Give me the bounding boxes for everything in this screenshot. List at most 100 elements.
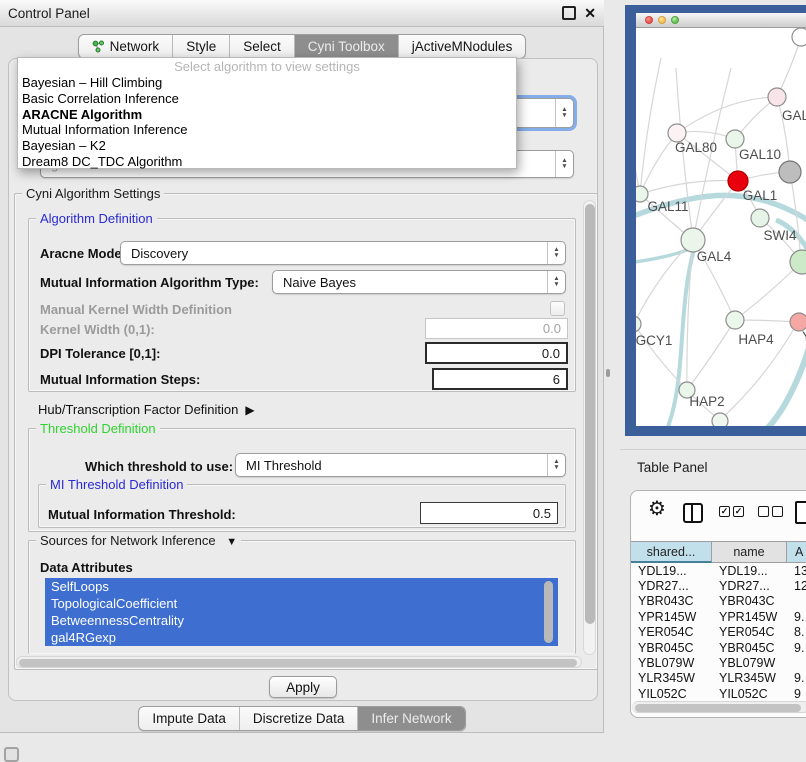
deselect-all-columns-icon[interactable] bbox=[758, 506, 783, 517]
table-cell: YDL19... bbox=[631, 564, 712, 578]
network-node-hap4[interactable] bbox=[726, 311, 744, 329]
settings-scrollbar[interactable] bbox=[583, 200, 596, 655]
panel-divider-handle[interactable] bbox=[606, 369, 610, 377]
tab-select[interactable]: Select bbox=[229, 35, 294, 58]
algorithm-option-dream8-dc-tdc-algorithm[interactable]: Dream8 DC_TDC Algorithm bbox=[18, 154, 516, 170]
mi-threshold-field[interactable]: 0.5 bbox=[420, 502, 558, 524]
bottom-tabbar: Impute Data Discretize DataInfer Network bbox=[0, 706, 604, 731]
network-node-gal[interactable] bbox=[768, 88, 786, 106]
attribute-item-gal4rgexp[interactable]: gal4RGexp bbox=[45, 629, 558, 646]
zoom-traffic-light-icon[interactable] bbox=[671, 16, 679, 24]
table-cell: YLR345W bbox=[631, 671, 712, 685]
new-table-icon[interactable] bbox=[795, 501, 806, 524]
network-node-gcy1[interactable] bbox=[636, 316, 641, 332]
table-hscrollbar-thumb[interactable] bbox=[635, 704, 801, 712]
which-threshold-label: Which threshold to use: bbox=[85, 459, 233, 474]
mi-algorithm-type-combobox[interactable]: Naive Bayes ▲▼ bbox=[272, 270, 566, 294]
attribute-item-topologicalcoefficient[interactable]: TopologicalCoefficient bbox=[45, 595, 558, 612]
select-all-columns-icon[interactable]: ✓ ✓ bbox=[719, 506, 744, 517]
dpi-tolerance-label: DPI Tolerance [0,1]: bbox=[40, 346, 160, 361]
network-node-gal10[interactable] bbox=[726, 130, 744, 148]
aracne-mode-combobox[interactable]: Discovery ▲▼ bbox=[120, 241, 566, 265]
table-row[interactable]: YBR045CYBR045C9. bbox=[631, 640, 806, 655]
tab-discretize-data[interactable]: Discretize Data bbox=[239, 707, 358, 730]
algorithm-option-bayesian-hill-climbing[interactable]: Bayesian – Hill Climbing bbox=[18, 75, 516, 91]
tab-cyni-toolbox[interactable]: Cyni Toolbox bbox=[294, 35, 398, 58]
network-canvas[interactable]: GALGAL80GAL10GAL1SWI4GAL11GAL4GCY1HAP4YH… bbox=[636, 28, 806, 426]
node-label-gal80: GAL80 bbox=[675, 140, 717, 155]
table-hscrollbar[interactable] bbox=[632, 701, 806, 713]
tab-impute-data[interactable]: Impute Data bbox=[139, 707, 239, 730]
algorithm-option-basic-correlation-inference[interactable]: Basic Correlation Inference bbox=[18, 91, 516, 107]
stepper-arrows-icon: ▲▼ bbox=[547, 271, 565, 293]
apply-button[interactable]: Apply bbox=[269, 676, 337, 698]
column-header-shared[interactable]: shared... bbox=[631, 541, 712, 563]
table-cell: YER054C bbox=[631, 625, 712, 639]
network-node[interactable] bbox=[779, 161, 801, 183]
float-window-icon[interactable] bbox=[562, 6, 576, 20]
settings-hscrollbar[interactable] bbox=[16, 656, 582, 668]
algorithm-option-bayesian-k2[interactable]: Bayesian – K2 bbox=[18, 138, 516, 154]
algorithm-option-aracne-algorithm[interactable]: ARACNE Algorithm bbox=[18, 107, 516, 123]
tab-infer-network[interactable]: Infer Network bbox=[357, 707, 464, 730]
table-row[interactable]: YLR345WYLR345W9. bbox=[631, 671, 806, 686]
table-row[interactable]: YIL052CYIL052C9 bbox=[631, 686, 806, 701]
table-cell: YBL079W bbox=[712, 656, 787, 670]
node-label-gal1: GAL1 bbox=[743, 188, 778, 203]
attribute-item-betweennesscentrality[interactable]: BetweennessCentrality bbox=[45, 612, 558, 629]
attributes-scrollbar-thumb[interactable] bbox=[544, 581, 553, 643]
control-panel-title: Control Panel bbox=[8, 6, 90, 21]
network-node[interactable] bbox=[712, 413, 728, 426]
which-threshold-combobox[interactable]: MI Threshold ▲▼ bbox=[235, 453, 566, 477]
mi-threshold-label: Mutual Information Threshold: bbox=[48, 507, 236, 522]
network-node-swi4[interactable] bbox=[751, 209, 769, 227]
tab-jactivemnodules[interactable]: jActiveMNodules bbox=[398, 35, 526, 58]
hub-definition-toggle[interactable]: Hub/Transcription Factor Definition▶ bbox=[38, 402, 255, 417]
tab-impute-data-label: Impute Data bbox=[152, 711, 226, 726]
table-header-row: shared...nameA bbox=[631, 541, 806, 563]
table-row[interactable]: YER054CYER054C8. bbox=[631, 625, 806, 640]
mi-algorithm-type-label: Mutual Information Algorithm Type: bbox=[40, 275, 259, 290]
column-header-name[interactable]: name bbox=[712, 541, 787, 563]
network-node[interactable] bbox=[792, 28, 806, 46]
table-cell: YBR045C bbox=[712, 641, 787, 655]
dpi-tolerance-field[interactable]: 0.0 bbox=[425, 342, 568, 364]
table-cell: YBR045C bbox=[631, 641, 712, 655]
collapsed-arrow-icon[interactable]: ▶ bbox=[245, 403, 254, 417]
kernel-width-label: Kernel Width (0,1): bbox=[40, 322, 155, 337]
table-row[interactable]: YBL079WYBL079W bbox=[631, 655, 806, 670]
settings-hscrollbar-thumb[interactable] bbox=[19, 659, 577, 667]
table-row[interactable]: YDR27...YDR27...12 bbox=[631, 578, 806, 593]
table-row[interactable]: YDL19...YDL19...13 bbox=[631, 563, 806, 578]
tab-style[interactable]: Style bbox=[172, 35, 229, 58]
sources-group-title[interactable]: Sources for Network Inference ▼ bbox=[36, 533, 241, 548]
node-label-gal: GAL bbox=[782, 108, 806, 123]
algorithm-option-mutual-information-inference[interactable]: Mutual Information Inference bbox=[18, 122, 516, 138]
tab-network[interactable]: Network bbox=[79, 35, 173, 58]
table-row[interactable]: YPR145WYPR145W9. bbox=[631, 609, 806, 624]
tab-style-label: Style bbox=[186, 39, 216, 54]
network-node-gal11[interactable] bbox=[636, 186, 648, 202]
split-table-icon[interactable] bbox=[683, 503, 703, 523]
table-cell: 13 bbox=[787, 564, 806, 578]
node-label-y: Y bbox=[802, 329, 806, 344]
mi-steps-field[interactable]: 6 bbox=[432, 368, 568, 390]
kernel-width-field[interactable]: 0.0 bbox=[425, 318, 568, 339]
manual-kernel-width-checkbox[interactable] bbox=[550, 301, 565, 316]
attribute-item-selfloops[interactable]: SelfLoops bbox=[45, 578, 558, 595]
close-icon[interactable]: ✕ bbox=[584, 6, 596, 20]
minimize-traffic-light-icon[interactable] bbox=[658, 16, 666, 24]
settings-scrollbar-thumb[interactable] bbox=[585, 204, 595, 624]
network-edge bbox=[636, 108, 640, 194]
dock-panel-icon[interactable] bbox=[4, 747, 19, 762]
table-row[interactable]: YBR043CYBR043C bbox=[631, 594, 806, 609]
gear-icon[interactable]: ⚙ bbox=[648, 498, 666, 520]
table-cell: YDR27... bbox=[631, 579, 712, 593]
network-icon bbox=[92, 40, 105, 53]
node-label-gal11: GAL11 bbox=[647, 199, 688, 214]
close-traffic-light-icon[interactable] bbox=[645, 16, 653, 24]
algorithm-definition-title: Algorithm Definition bbox=[36, 211, 157, 226]
expanded-arrow-icon[interactable]: ▼ bbox=[226, 536, 237, 548]
column-header-a[interactable]: A bbox=[787, 541, 806, 563]
node-label-hap4: HAP4 bbox=[738, 332, 774, 347]
